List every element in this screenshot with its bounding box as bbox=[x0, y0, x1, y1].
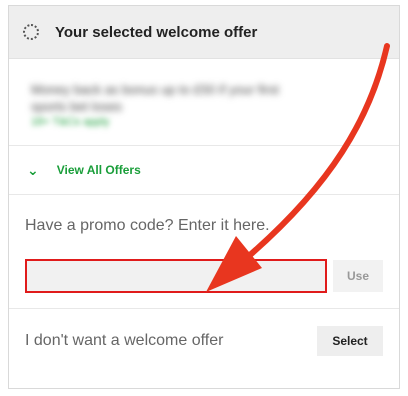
loading-spinner-icon bbox=[23, 24, 39, 40]
panel-title: Your selected welcome offer bbox=[55, 23, 258, 41]
offer-line-2: sports bet loses bbox=[31, 99, 123, 114]
offer-terms-link[interactable]: 18+ T&Cs apply bbox=[31, 115, 377, 130]
promo-code-title: Have a promo code? Enter it here. bbox=[25, 217, 270, 234]
selected-offer-description: Money back as bonus up to £50 if your fi… bbox=[9, 59, 399, 135]
panel-header: Your selected welcome offer bbox=[9, 6, 399, 59]
promo-code-section: Have a promo code? Enter it here. Use bbox=[9, 195, 399, 309]
chevron-down-icon: ⌄ bbox=[27, 161, 39, 178]
promo-code-row: Use bbox=[25, 259, 399, 293]
decline-offer-label: I don't want a welcome offer bbox=[25, 331, 224, 349]
welcome-offer-panel: Your selected welcome offer Money back a… bbox=[8, 5, 400, 389]
offer-line-1: Money back as bonus up to £50 if your fi… bbox=[31, 82, 279, 97]
use-promo-button[interactable]: Use bbox=[333, 260, 383, 292]
decline-offer-row: I don't want a welcome offer Select bbox=[9, 309, 399, 372]
promo-code-input[interactable] bbox=[25, 259, 327, 293]
view-all-offers-toggle[interactable]: ⌄ View All Offers bbox=[9, 145, 399, 195]
view-all-offers-label[interactable]: View All Offers bbox=[57, 163, 141, 177]
decline-select-button[interactable]: Select bbox=[317, 325, 383, 356]
